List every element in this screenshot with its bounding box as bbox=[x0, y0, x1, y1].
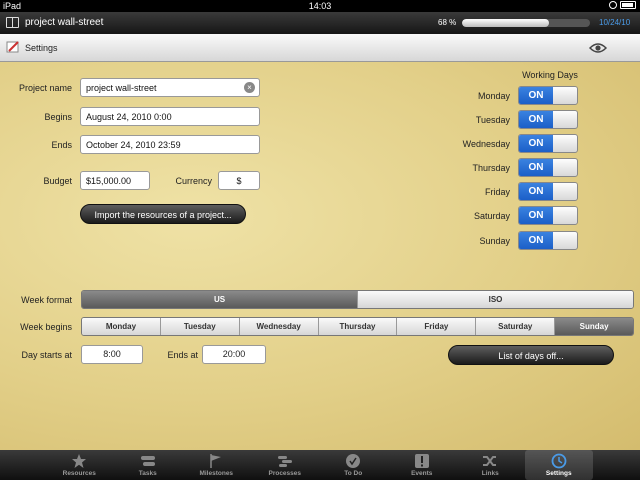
tab-label: Processes bbox=[268, 470, 302, 477]
day-ends-label: Ends at bbox=[167, 350, 198, 360]
eye-icon[interactable] bbox=[589, 42, 607, 54]
toggle-state: ON bbox=[519, 232, 553, 249]
progress-bar bbox=[462, 19, 590, 27]
toggle-sunday[interactable]: ON bbox=[518, 231, 578, 250]
checkmark-icon bbox=[346, 454, 361, 468]
budget-label: Budget bbox=[43, 176, 72, 186]
battery-icon bbox=[620, 1, 636, 9]
day-ends-field[interactable]: 20:00 bbox=[202, 345, 266, 364]
week-begins-tuesday[interactable]: Tuesday bbox=[160, 318, 240, 335]
week-begins-control: Monday Tuesday Wednesday Thursday Friday… bbox=[81, 317, 634, 336]
toggle-state: ON bbox=[519, 87, 553, 104]
day-label-sunday: Sunday bbox=[479, 236, 510, 246]
day-label-tuesday: Tuesday bbox=[475, 115, 510, 125]
project-title: project wall-street bbox=[25, 17, 104, 28]
settings-header: Settings bbox=[0, 34, 640, 62]
tab-label: Events bbox=[411, 470, 433, 477]
day-label-saturday: Saturday bbox=[473, 211, 510, 221]
toggle-state: ON bbox=[519, 159, 553, 176]
toggle-saturday[interactable]: ON bbox=[518, 206, 578, 225]
tab-label: Settings bbox=[545, 470, 572, 477]
toggle-wednesday[interactable]: ON bbox=[518, 134, 578, 153]
week-begins-wednesday[interactable]: Wednesday bbox=[239, 318, 319, 335]
toggle-friday[interactable]: ON bbox=[518, 182, 578, 201]
day-label-wednesday: Wednesday bbox=[462, 139, 510, 149]
currency-field[interactable]: $ bbox=[218, 171, 260, 190]
project-name-value: project wall-street bbox=[86, 83, 157, 93]
week-begins-saturday[interactable]: Saturday bbox=[476, 318, 556, 335]
budget-field[interactable]: $15,000.00 bbox=[80, 171, 150, 190]
import-resources-button[interactable]: Import the resources of a project... bbox=[80, 204, 246, 224]
tab-label: Resources bbox=[62, 470, 96, 477]
day-starts-field[interactable]: 8:00 bbox=[81, 345, 143, 364]
rotation-lock-icon bbox=[609, 1, 617, 9]
tab-resources[interactable]: Resources bbox=[45, 450, 114, 480]
day-label-monday: Monday bbox=[477, 91, 510, 101]
tab-events[interactable]: Events bbox=[388, 450, 457, 480]
star-icon bbox=[72, 454, 87, 468]
week-begins-sunday[interactable]: Sunday bbox=[555, 318, 633, 335]
list-days-off-button[interactable]: List of days off... bbox=[448, 345, 614, 365]
project-name-field[interactable]: project wall-street × bbox=[80, 78, 260, 97]
clock-icon bbox=[551, 453, 567, 469]
status-bar: iPad 14:03 bbox=[0, 0, 640, 12]
toggle-monday[interactable]: ON bbox=[518, 86, 578, 105]
tab-processes[interactable]: Processes bbox=[251, 450, 320, 480]
project-name-label: Project name bbox=[18, 83, 72, 93]
week-begins-monday[interactable]: Monday bbox=[82, 318, 161, 335]
progress-percent: 68 % bbox=[438, 18, 457, 27]
tab-bar: Resources Tasks Milestones Processes To … bbox=[0, 450, 640, 480]
week-format-option-us[interactable]: US bbox=[82, 291, 358, 308]
book-icon[interactable] bbox=[6, 17, 19, 28]
week-begins-label: Week begins bbox=[20, 322, 72, 332]
current-date: 10/24/10 bbox=[599, 18, 631, 27]
clear-icon[interactable]: × bbox=[244, 82, 255, 93]
begins-field[interactable]: August 24, 2010 0:00 bbox=[80, 107, 260, 126]
ends-field[interactable]: October 24, 2010 23:59 bbox=[80, 135, 260, 154]
ends-label: Ends bbox=[51, 140, 72, 150]
toggle-state: ON bbox=[519, 135, 553, 152]
working-days-title: Working Days bbox=[522, 70, 578, 80]
toggle-thursday[interactable]: ON bbox=[518, 158, 578, 177]
week-format-option-iso[interactable]: ISO bbox=[358, 291, 633, 308]
tab-label: Tasks bbox=[138, 470, 157, 477]
day-label-thursday: Thursday bbox=[472, 163, 510, 173]
tasks-icon bbox=[140, 456, 155, 466]
settings-panel: Project name project wall-street × Begin… bbox=[0, 62, 640, 450]
shuffle-icon bbox=[483, 456, 497, 466]
pencil-icon bbox=[6, 41, 19, 53]
progress-bar-fill bbox=[462, 19, 550, 27]
toggle-state: ON bbox=[519, 111, 553, 128]
tab-label: Milestones bbox=[199, 470, 234, 477]
week-begins-thursday[interactable]: Thursday bbox=[318, 318, 398, 335]
week-format-control: US ISO bbox=[81, 290, 634, 309]
tab-todo[interactable]: To Do bbox=[319, 450, 388, 480]
tab-settings[interactable]: Settings bbox=[524, 450, 593, 480]
day-label-friday: Friday bbox=[484, 187, 510, 197]
begins-label: Begins bbox=[44, 112, 72, 122]
tab-links[interactable]: Links bbox=[456, 450, 525, 480]
page-title: Settings bbox=[25, 43, 58, 53]
tab-tasks[interactable]: Tasks bbox=[114, 450, 183, 480]
toggle-state: ON bbox=[519, 183, 553, 200]
tab-label: Links bbox=[481, 470, 499, 477]
app-title-bar: project wall-street 68 % 10/24/10 bbox=[0, 12, 640, 34]
currency-label: Currency bbox=[175, 176, 212, 186]
day-starts-label: Day starts at bbox=[21, 350, 72, 360]
week-format-label: Week format bbox=[21, 295, 72, 305]
clock: 14:03 bbox=[308, 1, 332, 11]
tab-label: To Do bbox=[344, 470, 363, 477]
tab-milestones[interactable]: Milestones bbox=[182, 450, 251, 480]
flag-icon bbox=[210, 454, 222, 468]
toggle-tuesday[interactable]: ON bbox=[518, 110, 578, 129]
processes-icon bbox=[277, 456, 292, 467]
toggle-state: ON bbox=[519, 207, 553, 224]
week-begins-friday[interactable]: Friday bbox=[397, 318, 477, 335]
exclamation-icon bbox=[414, 454, 429, 468]
